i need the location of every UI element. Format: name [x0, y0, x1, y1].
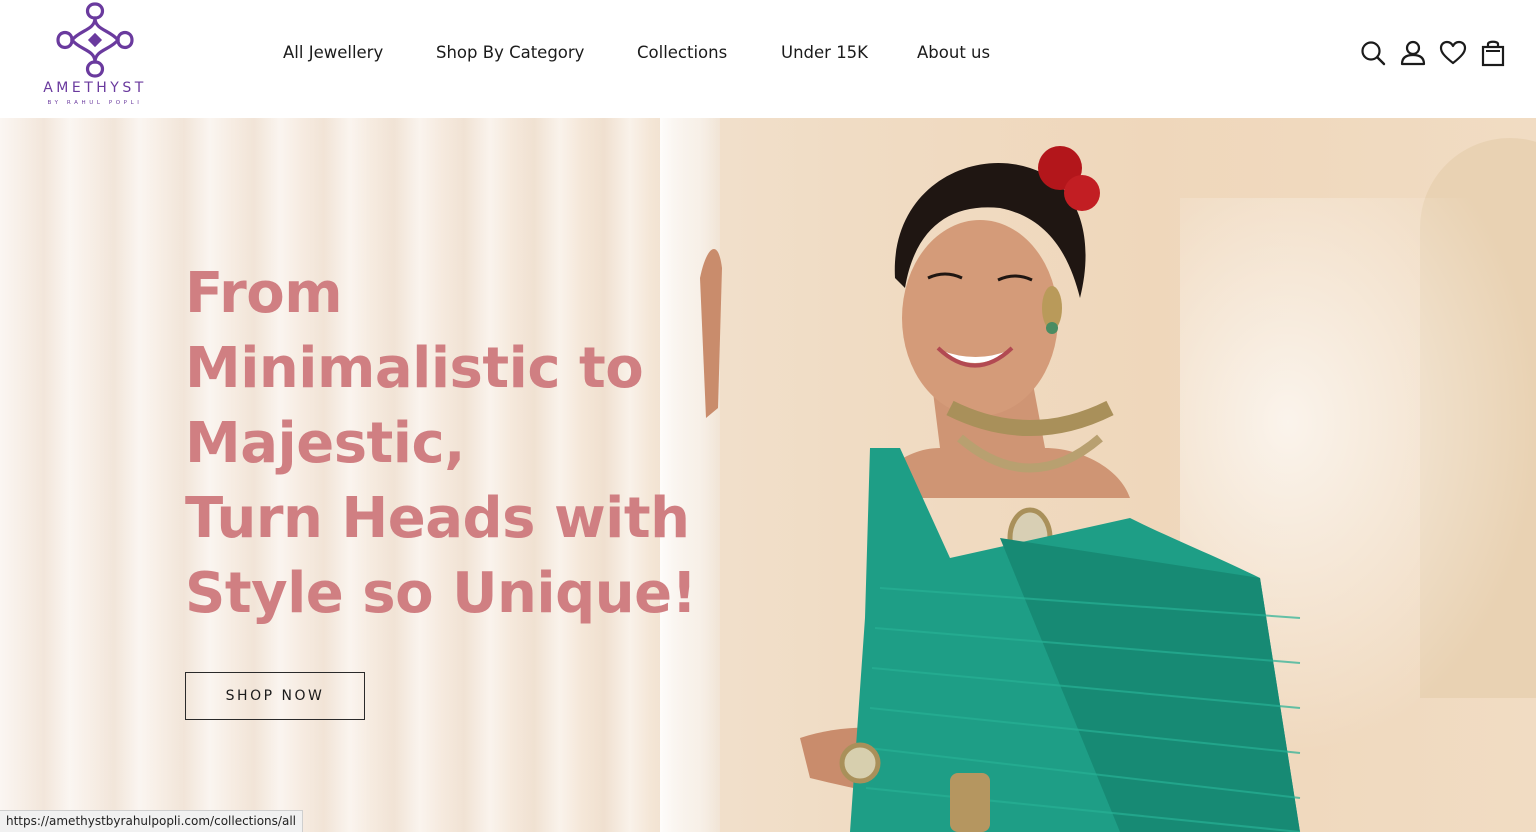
nav-about-us[interactable]: About us — [917, 40, 990, 66]
site-header: AMETHYST BY RAHUL POPLI All Jewellery Sh… — [0, 0, 1536, 118]
account-icon[interactable] — [1398, 38, 1428, 68]
model-image — [700, 146, 1301, 832]
search-icon[interactable] — [1358, 38, 1388, 68]
hero-banner[interactable]: From Minimalistic to Majestic, Turn Head… — [0, 118, 1536, 832]
brand-name: AMETHYST — [43, 80, 147, 96]
brand-logo[interactable]: AMETHYST BY RAHUL POPLI — [30, 0, 160, 112]
cart-bag-icon[interactable] — [1478, 38, 1508, 68]
logo-emblem-icon — [56, 2, 134, 78]
headline-line: Style so Unique! — [185, 561, 697, 626]
headline-line: Turn Heads with — [185, 486, 690, 551]
nav-under-15k[interactable]: Under 15K — [781, 40, 868, 66]
headline-line: Majestic, — [185, 411, 465, 476]
nav-all-jewellery[interactable]: All Jewellery — [283, 40, 383, 66]
headline-line: Minimalistic to — [185, 336, 644, 401]
status-bar-url: https://amethystbyrahulpopli.com/collect… — [0, 810, 303, 832]
brand-tagline: BY RAHUL POPLI — [47, 100, 143, 106]
headline-line: From — [185, 261, 343, 326]
wishlist-heart-icon[interactable] — [1438, 38, 1468, 68]
nav-collections[interactable]: Collections — [637, 40, 727, 66]
header-actions — [1358, 38, 1508, 68]
nav-shop-by-category[interactable]: Shop By Category — [436, 40, 584, 66]
shop-now-button[interactable]: SHOP NOW — [185, 672, 365, 720]
hero-headline: From Minimalistic to Majestic, Turn Head… — [185, 256, 705, 631]
